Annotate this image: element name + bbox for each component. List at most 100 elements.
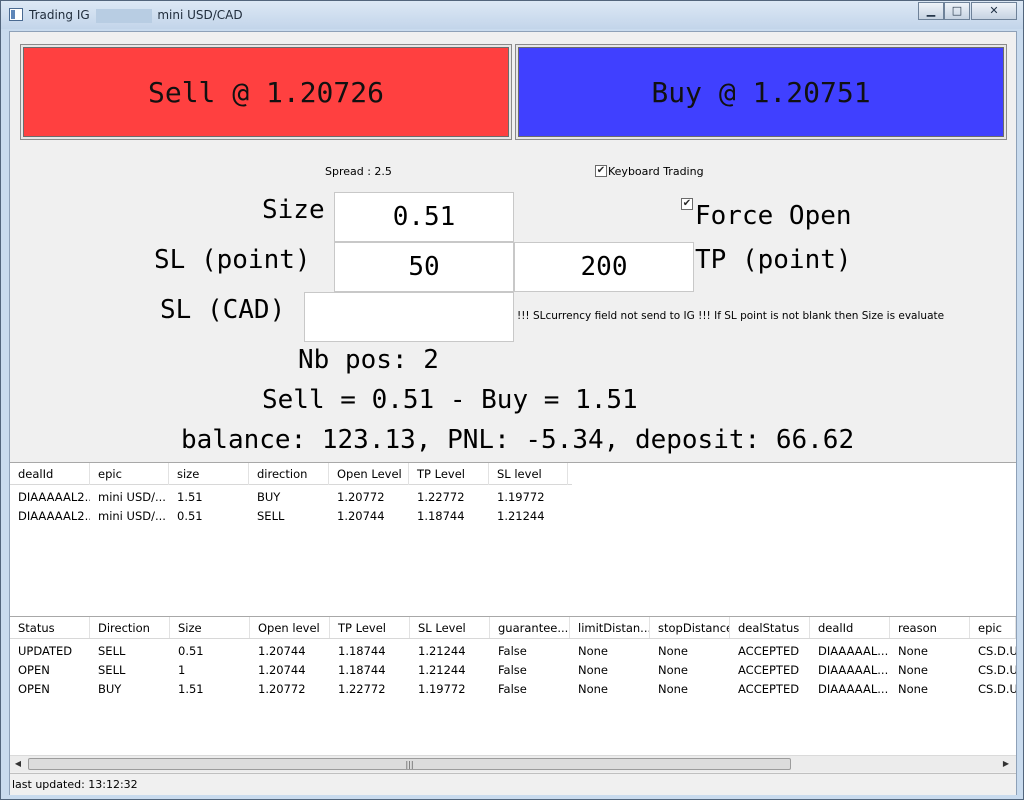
table-cell: OPEN [18, 663, 50, 677]
table-cell: 1.18744 [338, 663, 386, 677]
size-input[interactable]: 0.51 [334, 192, 514, 242]
table-cell: DIAAAAAL2... [18, 490, 90, 504]
scroll-left-icon[interactable]: ◀ [13, 759, 23, 769]
table-cell: SELL [98, 644, 126, 658]
table-cell: None [658, 644, 689, 658]
balance-summary: balance: 123.13, PNL: -5.34, deposit: 66… [181, 425, 855, 455]
table-cell: ACCEPTED [738, 644, 800, 658]
table-cell: 1.20744 [258, 644, 306, 658]
column-header[interactable]: epic [970, 617, 1016, 638]
tp-point-input[interactable]: 200 [514, 242, 694, 292]
table-cell: 1.19772 [418, 682, 466, 696]
table-cell: None [658, 663, 689, 677]
sl-note: !!! SLcurrency field not send to IG !!! … [517, 310, 945, 322]
status-bar: last updated: 13:12:32 [10, 773, 1016, 795]
table-cell: 1.18744 [417, 509, 465, 523]
keyboard-trading-label: Keyboard Trading [608, 165, 704, 178]
table-cell: CS.D.U! [978, 682, 1016, 696]
checkmark-icon: ✔ [596, 165, 606, 176]
column-header[interactable]: SL Level [410, 617, 490, 638]
table-cell: 1.21244 [418, 663, 466, 677]
table-cell: None [898, 644, 929, 658]
table-row[interactable]: UPDATED SELL 0.51 1.20744 1.18744 1.2124… [10, 642, 1016, 661]
table-cell: DIAAAAAL... [818, 663, 889, 677]
sl-cad-input[interactable] [304, 292, 514, 342]
table-cell: mini USD/... [98, 509, 166, 523]
column-header[interactable]: epic [90, 463, 169, 485]
column-header[interactable]: guarantee... [490, 617, 570, 638]
scroll-right-icon[interactable]: ▶ [1001, 759, 1011, 769]
table-cell: None [578, 682, 609, 696]
table-cell: 1.20744 [337, 509, 385, 523]
table-cell: False [498, 644, 527, 658]
column-header[interactable]: SL level [489, 463, 568, 485]
column-header[interactable]: size [169, 463, 249, 485]
tp-point-label: TP (point) [695, 245, 852, 275]
column-header[interactable]: Open Level [329, 463, 409, 485]
table-row[interactable]: OPEN SELL 1 1.20744 1.18744 1.21244 Fals… [10, 661, 1016, 680]
sell-button[interactable]: Sell @ 1.20726 [20, 44, 512, 140]
column-header[interactable]: Size [170, 617, 250, 638]
column-header[interactable]: Direction [90, 617, 170, 638]
scrollbar-thumb[interactable]: ||| [28, 758, 791, 770]
window-title: Trading IG mini USD/CAD [29, 8, 243, 23]
table-row[interactable]: DIAAAAAL2... mini USD/... 0.51 SELL 1.20… [10, 507, 568, 526]
table-cell: None [658, 682, 689, 696]
orders-table[interactable]: Status Direction Size Open level TP Leve… [10, 616, 1016, 755]
positions-table-header: dealId epic size direction Open Level TP… [10, 463, 572, 485]
table-cell: CS.D.U! [978, 644, 1016, 658]
orders-table-header: Status Direction Size Open level TP Leve… [10, 617, 1016, 639]
window-controls: ▁ □ ✕ [918, 2, 1017, 20]
app-window-icon[interactable] [9, 8, 23, 21]
column-header[interactable]: dealId [810, 617, 890, 638]
column-header[interactable]: TP Level [409, 463, 489, 485]
force-open-label: Force Open [695, 201, 852, 231]
table-cell: False [498, 682, 527, 696]
table-cell: DIAAAAAL... [818, 682, 889, 696]
column-header[interactable]: dealId [10, 463, 90, 485]
positions-table[interactable]: dealId epic size direction Open Level TP… [10, 462, 1016, 616]
column-header[interactable]: stopDistance [650, 617, 730, 638]
last-updated-label: last updated: 13:12:32 [12, 778, 138, 791]
spread-label: Spread : 2.5 [325, 165, 392, 178]
horizontal-scrollbar[interactable]: ◀ ||| ▶ [10, 755, 1016, 772]
table-row[interactable]: DIAAAAAL2... mini USD/... 1.51 BUY 1.207… [10, 488, 568, 507]
title-bar[interactable]: Trading IG mini USD/CAD ▁ □ ✕ [1, 1, 1023, 29]
grip-icon: ||| [405, 760, 414, 769]
close-button[interactable]: ✕ [971, 2, 1017, 20]
column-header[interactable]: Status [10, 617, 90, 638]
force-open-checkbox[interactable]: ✔ [681, 198, 693, 210]
buy-button[interactable]: Buy @ 1.20751 [515, 44, 1007, 140]
table-cell: SELL [98, 663, 126, 677]
column-header[interactable]: direction [249, 463, 329, 485]
window-title-prefix: Trading IG [29, 8, 90, 22]
column-header[interactable]: limitDistan... [570, 617, 650, 638]
checkmark-icon: ✔ [682, 198, 692, 209]
title-redaction [95, 8, 152, 23]
table-row[interactable]: OPEN BUY 1.51 1.20772 1.22772 1.19772 Fa… [10, 680, 1016, 699]
table-cell: BUY [257, 490, 281, 504]
size-label: Size [262, 195, 325, 225]
table-cell: UPDATED [18, 644, 73, 658]
sl-point-label: SL (point) [154, 245, 311, 275]
keyboard-trading-checkbox[interactable]: ✔ [595, 165, 607, 177]
client-area: Sell @ 1.20726 Buy @ 1.20751 Spread : 2.… [9, 31, 1017, 795]
table-cell: 1.18744 [338, 644, 386, 658]
column-header[interactable]: TP Level [330, 617, 410, 638]
sell-button-label: Sell @ 1.20726 [23, 47, 509, 137]
table-cell: CS.D.U! [978, 663, 1016, 677]
column-header[interactable]: reason [890, 617, 970, 638]
table-cell: 1.51 [177, 490, 203, 504]
nb-pos-label: Nb pos: 2 [298, 345, 439, 375]
maximize-button[interactable]: □ [944, 2, 970, 20]
sl-point-input[interactable]: 50 [334, 242, 514, 292]
table-cell: mini USD/... [98, 490, 166, 504]
table-cell: OPEN [18, 682, 50, 696]
sl-cad-label: SL (CAD) [160, 295, 286, 325]
sell-buy-summary: Sell = 0.51 - Buy = 1.51 [262, 385, 638, 415]
buy-button-label: Buy @ 1.20751 [518, 47, 1004, 137]
column-header[interactable]: dealStatus [730, 617, 810, 638]
app-window: Trading IG mini USD/CAD ▁ □ ✕ Sell @ 1.2… [0, 0, 1024, 800]
minimize-button[interactable]: ▁ [918, 2, 944, 20]
column-header[interactable]: Open level [250, 617, 330, 638]
